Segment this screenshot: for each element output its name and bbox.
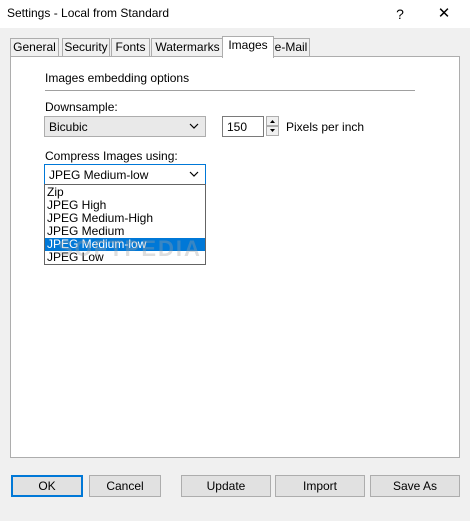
import-button[interactable]: Import [275,475,365,497]
downsample-label: Downsample: [45,100,118,114]
tab-security[interactable]: Security [62,38,110,56]
window-title: Settings - Local from Standard [7,6,170,20]
section-divider [45,90,415,91]
downsample-value: Bicubic [49,120,88,134]
section-title: Images embedding options [45,71,190,85]
save-as-button[interactable]: Save As [370,475,460,497]
title-bar: Settings - Local from Standard ? ✕ [0,0,470,28]
tab-images[interactable]: Images [222,36,274,58]
ok-button[interactable]: OK [11,475,83,497]
spin-up-button[interactable] [266,116,279,126]
chevron-down-icon [189,123,199,129]
spin-down-button[interactable] [266,126,279,136]
arrow-up-icon [270,120,275,123]
resolution-input[interactable]: 150 [222,116,264,137]
tab-general[interactable]: General [10,38,59,56]
compress-select[interactable]: JPEG Medium-low [44,164,206,185]
chevron-down-icon [189,171,199,177]
downsample-select[interactable]: Bicubic [44,116,206,137]
watermark-text: SOFTPEDIA [58,236,202,261]
tab-watermarks[interactable]: Watermarks [151,38,224,56]
cancel-button[interactable]: Cancel [89,475,161,497]
compress-value: JPEG Medium-low [49,168,149,182]
resolution-value: 150 [227,120,248,134]
compress-label: Compress Images using: [45,149,178,163]
tab-fonts[interactable]: Fonts [111,38,150,56]
close-button[interactable]: ✕ [424,0,464,28]
tab-email[interactable]: e-Mail [272,38,310,56]
resolution-unit: Pixels per inch [286,120,365,134]
help-button[interactable]: ? [380,0,420,28]
arrow-down-icon [270,129,275,132]
update-button[interactable]: Update [181,475,271,497]
